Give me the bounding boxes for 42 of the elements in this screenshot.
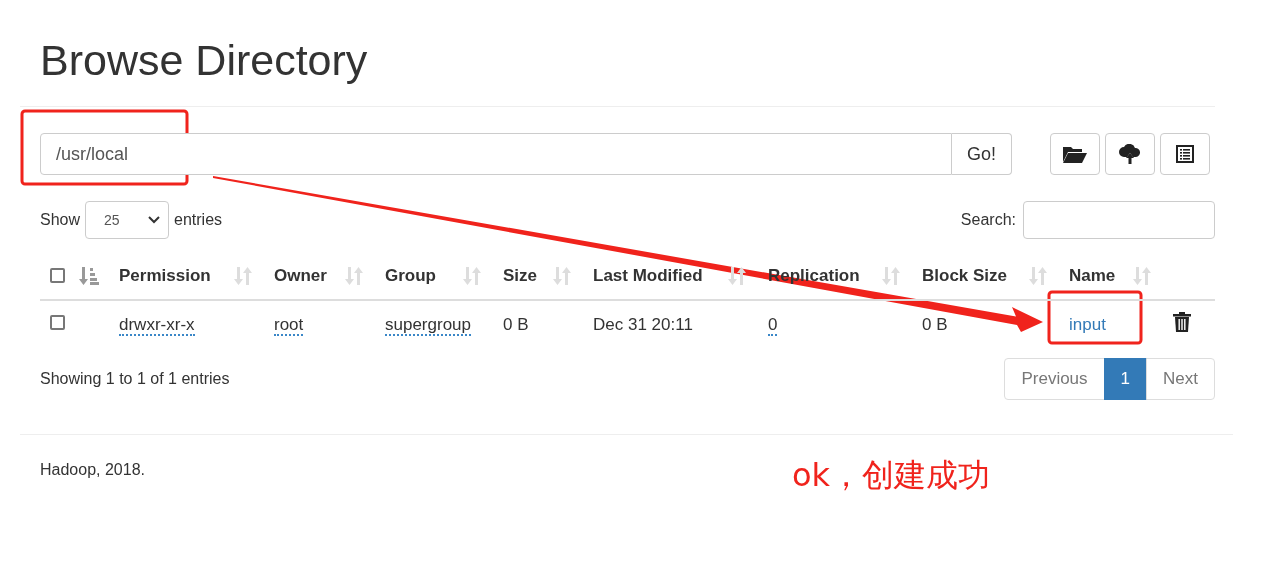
- sort-icon[interactable]: [79, 266, 99, 285]
- show-label: Show: [40, 211, 81, 229]
- trash-icon[interactable]: [1173, 312, 1191, 332]
- folder-icon: [1063, 145, 1087, 163]
- select-all-checkbox[interactable]: [50, 268, 65, 283]
- pagination-button[interactable]: Next: [1146, 358, 1215, 400]
- search-label: Search:: [960, 211, 1016, 229]
- page-title: Browse Directory: [40, 35, 369, 86]
- table-cell: supergroup: [385, 314, 471, 336]
- table-cell: root: [274, 314, 304, 336]
- column-header[interactable]: Last Modified: [593, 265, 703, 286]
- cloud-upload-icon: [1119, 144, 1141, 164]
- pagination-button[interactable]: 1: [1103, 358, 1148, 400]
- entries-info: Showing 1 to 1 of 1 entries: [40, 370, 230, 388]
- column-header[interactable]: Replication: [768, 265, 860, 286]
- column-header[interactable]: Block Size: [922, 265, 1008, 286]
- sort-icon[interactable]: [728, 266, 748, 285]
- file-name-link[interactable]: input: [1069, 314, 1106, 334]
- row-checkbox[interactable]: [50, 314, 65, 330]
- column-header[interactable]: Size: [503, 265, 538, 286]
- path-field[interactable]: /usr/local: [40, 133, 952, 175]
- go-button[interactable]: Go!: [952, 133, 1012, 175]
- table-cell: 0 B: [503, 314, 529, 334]
- list-button[interactable]: [1160, 133, 1210, 175]
- table-cell: 0 B: [922, 314, 948, 334]
- list-icon: [1176, 145, 1194, 163]
- table-cell: Dec 31 20:11: [593, 314, 693, 334]
- upload-button[interactable]: [1105, 133, 1155, 175]
- pagination-button[interactable]: Previous: [1004, 358, 1105, 400]
- folder-button[interactable]: [1050, 133, 1100, 175]
- table-cell: drwxr-xr-x: [119, 314, 195, 336]
- column-header[interactable]: Owner: [274, 265, 327, 286]
- entries-select[interactable]: 25: [85, 201, 170, 239]
- annotation-text: ok，创建成功: [792, 455, 991, 496]
- column-header[interactable]: Name: [1069, 265, 1116, 286]
- column-header[interactable]: Group: [385, 265, 436, 286]
- column-header[interactable]: Permission: [119, 265, 211, 286]
- chevron-down-icon: [148, 216, 161, 224]
- entries-label: entries: [174, 211, 223, 229]
- table-cell: 0: [768, 314, 778, 336]
- footer-text: Hadoop, 2018.: [40, 461, 145, 478]
- search-field[interactable]: [1023, 201, 1215, 239]
